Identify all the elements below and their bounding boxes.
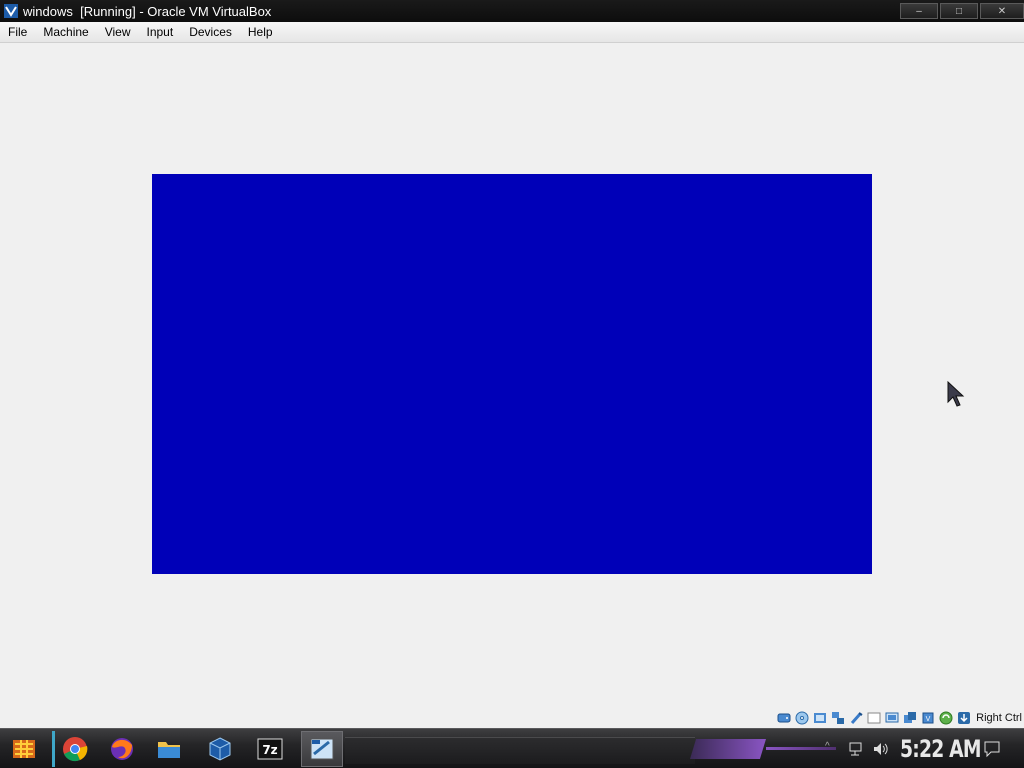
network-icon[interactable] bbox=[830, 711, 845, 726]
host-key-label: Right Ctrl bbox=[976, 712, 1022, 724]
mouse-cursor-icon bbox=[947, 380, 965, 407]
mouse-integration-icon[interactable] bbox=[938, 711, 953, 726]
vm-display[interactable] bbox=[152, 174, 872, 574]
optical-drive-icon[interactable] bbox=[794, 711, 809, 726]
virtualbox-app-icon bbox=[4, 4, 18, 18]
minimize-button[interactable]: – bbox=[900, 3, 938, 19]
taskbar-divider bbox=[52, 731, 55, 767]
notifications-icon[interactable] bbox=[983, 740, 1001, 761]
menu-help[interactable]: Help bbox=[240, 22, 281, 42]
menu-view[interactable]: View bbox=[97, 22, 139, 42]
7zip-icon[interactable]: 7z bbox=[254, 733, 286, 765]
usb-icon[interactable] bbox=[848, 711, 863, 726]
close-button[interactable]: ✕ bbox=[980, 3, 1024, 19]
settings-icon[interactable] bbox=[306, 733, 338, 765]
menu-input[interactable]: Input bbox=[139, 22, 182, 42]
audio-icon[interactable] bbox=[812, 711, 827, 726]
taskbar-strip bbox=[345, 737, 695, 764]
firefox-icon[interactable] bbox=[106, 733, 138, 765]
svg-text:V: V bbox=[925, 716, 930, 723]
network-tray-icon[interactable] bbox=[848, 741, 864, 760]
file-explorer-icon[interactable] bbox=[153, 733, 185, 765]
volume-tray-icon[interactable] bbox=[872, 741, 890, 760]
cpu-icon[interactable]: V bbox=[920, 711, 935, 726]
tray-chevron-icon[interactable]: ^ bbox=[825, 741, 830, 752]
menu-machine[interactable]: Machine bbox=[35, 22, 96, 42]
chrome-icon[interactable] bbox=[59, 733, 91, 765]
virtualbox-icon[interactable] bbox=[204, 733, 236, 765]
start-icon[interactable] bbox=[8, 733, 40, 765]
taskbar: 7z ^ 5:22 AM bbox=[0, 728, 1024, 768]
taskbar-accent bbox=[690, 739, 766, 759]
display-icon[interactable] bbox=[884, 711, 899, 726]
hard-disk-icon[interactable] bbox=[776, 711, 791, 726]
menu-devices[interactable]: Devices bbox=[181, 22, 240, 42]
shared-folders-icon[interactable] bbox=[866, 711, 881, 726]
menu-bar: File Machine View Input Devices Help bbox=[0, 22, 1024, 43]
svg-text:7z: 7z bbox=[262, 743, 277, 757]
host-key-icon[interactable] bbox=[956, 711, 971, 726]
video-capture-icon[interactable] bbox=[902, 711, 917, 726]
menu-file[interactable]: File bbox=[0, 22, 35, 42]
vm-status-bar: V Right Ctrl bbox=[776, 708, 1024, 728]
taskbar-clock[interactable]: 5:22 AM bbox=[900, 735, 982, 763]
title-bar: windows [Running] - Oracle VM VirtualBox… bbox=[0, 0, 1024, 22]
window-title: windows [Running] - Oracle VM VirtualBox bbox=[23, 3, 272, 19]
maximize-button[interactable]: □ bbox=[940, 3, 978, 19]
